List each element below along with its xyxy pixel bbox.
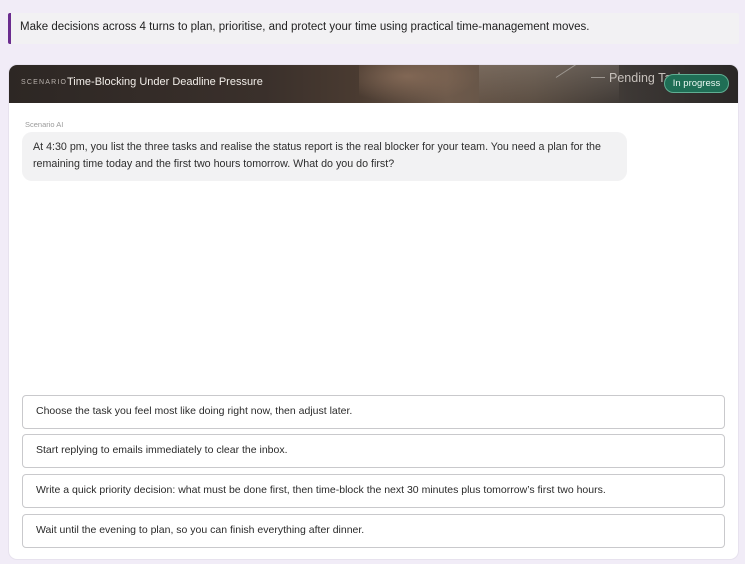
banner-photo-highlight [359,65,479,103]
choice-option-3[interactable]: Write a quick priority decision: what mu… [22,474,725,508]
banner-photo-window [479,65,619,103]
status-badge: In progress [664,74,729,93]
ai-message-bubble: At 4:30 pm, you list the three tasks and… [22,132,627,181]
instructions-banner: Make decisions across 4 turns to plan, p… [8,13,739,44]
scenario-title: Time-Blocking Under Deadline Pressure [67,76,263,88]
scenario-kicker: Scenario [21,79,68,86]
caption-leader-tick [591,77,605,78]
instructions-text: Make decisions across 4 turns to plan, p… [20,21,590,33]
choice-option-label: Wait until the evening to plan, so you c… [36,524,365,536]
choice-option-label: Choose the task you feel most like doing… [36,405,353,417]
choice-option-label: Start replying to emails immediately to … [36,444,288,456]
message-speaker: Scenario AI [25,120,64,129]
choice-option-1[interactable]: Choose the task you feel most like doing… [22,395,725,429]
scenario-card: Scenario Time-Blocking Under Deadline Pr… [9,65,738,559]
choice-option-2[interactable]: Start replying to emails immediately to … [22,434,725,468]
scenario-header-image: Scenario Time-Blocking Under Deadline Pr… [9,65,738,103]
choice-option-4[interactable]: Wait until the evening to plan, so you c… [22,514,725,548]
choice-option-label: Write a quick priority decision: what mu… [36,484,606,496]
ai-message-text: At 4:30 pm, you list the three tasks and… [33,141,601,170]
